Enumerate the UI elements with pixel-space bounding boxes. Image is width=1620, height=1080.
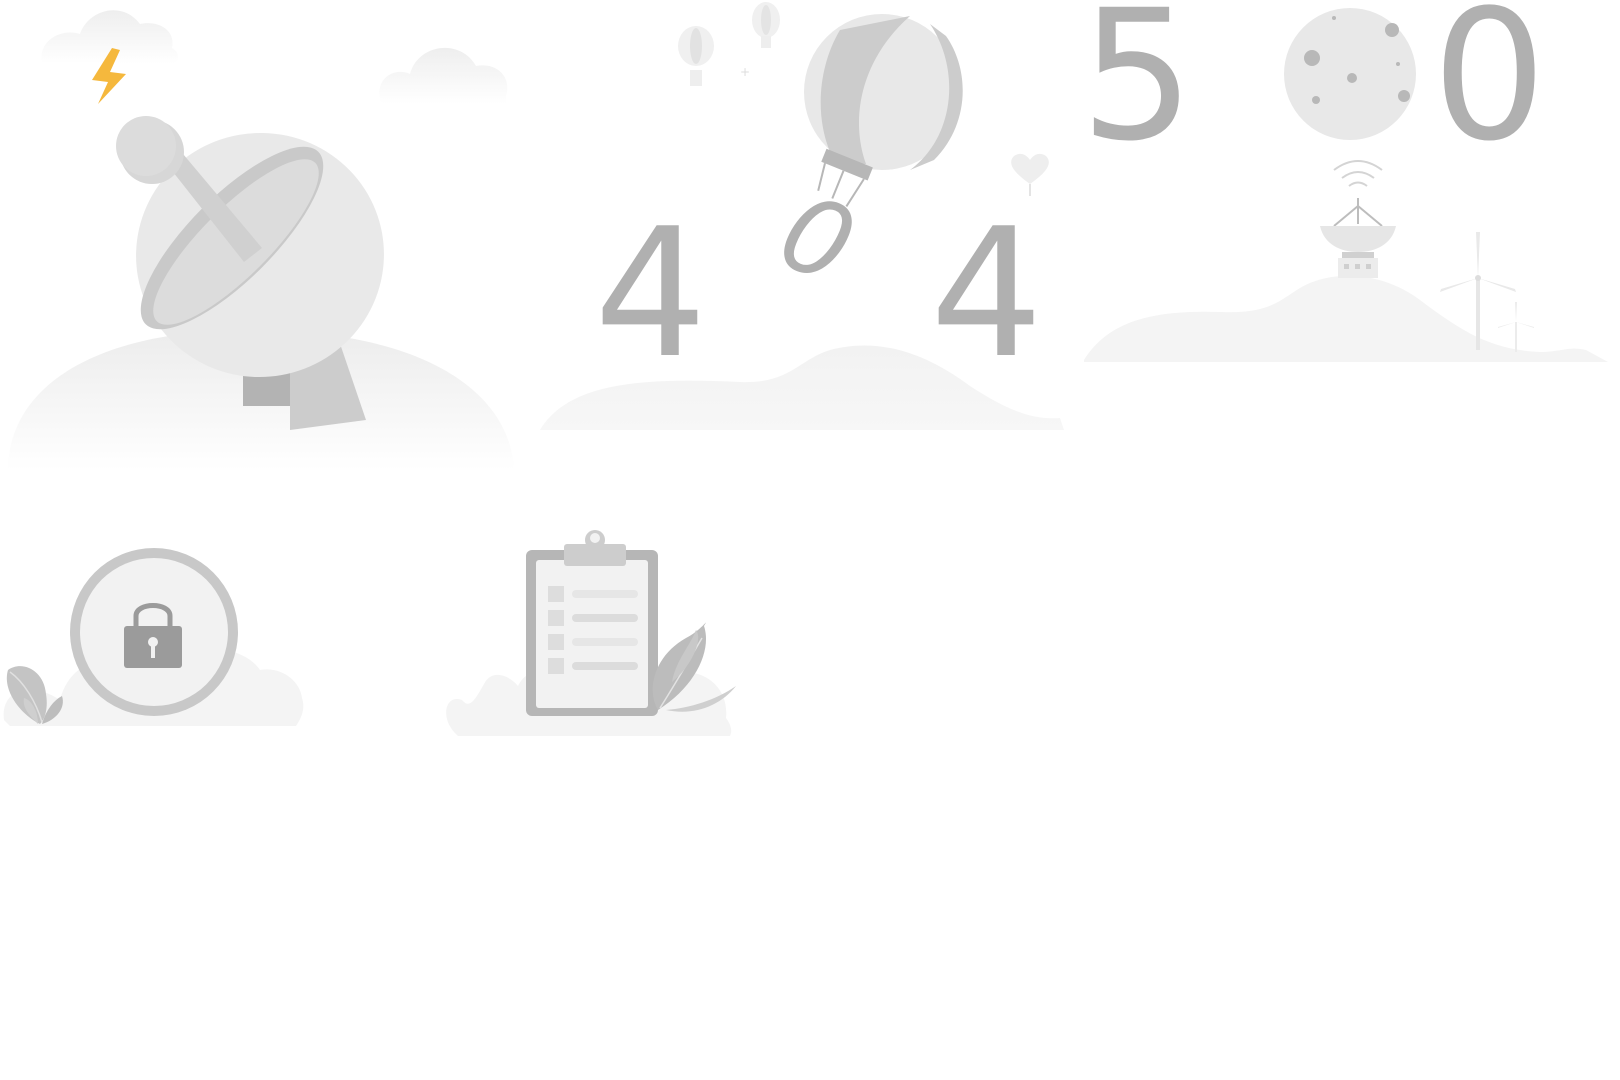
empty-data-illustration [440, 530, 760, 740]
no-permission-illustration [0, 530, 320, 730]
hot-air-balloon-icon [678, 26, 714, 86]
not-found-digit-middle: 0 [764, 170, 871, 308]
server-error-digit-last: 0 [1432, 0, 1547, 181]
wind-turbine-icon [1498, 302, 1534, 352]
server-error-illustration: 5 0 [1080, 0, 1620, 380]
hot-air-balloon-icon [752, 2, 780, 48]
radar-station-icon [1320, 160, 1396, 278]
cloud-icon [379, 47, 508, 104]
not-found-digit-first: 4 [594, 190, 707, 397]
server-error-digit-first: 5 [1080, 0, 1195, 181]
moon-icon [1284, 8, 1416, 140]
not-found-illustration: + 4 0 4 [530, 0, 1070, 440]
svg-text:+: + [740, 65, 750, 79]
network-error-illustration [0, 0, 520, 480]
not-found-digit-last: 4 [930, 190, 1043, 397]
clipboard-icon [526, 530, 658, 716]
